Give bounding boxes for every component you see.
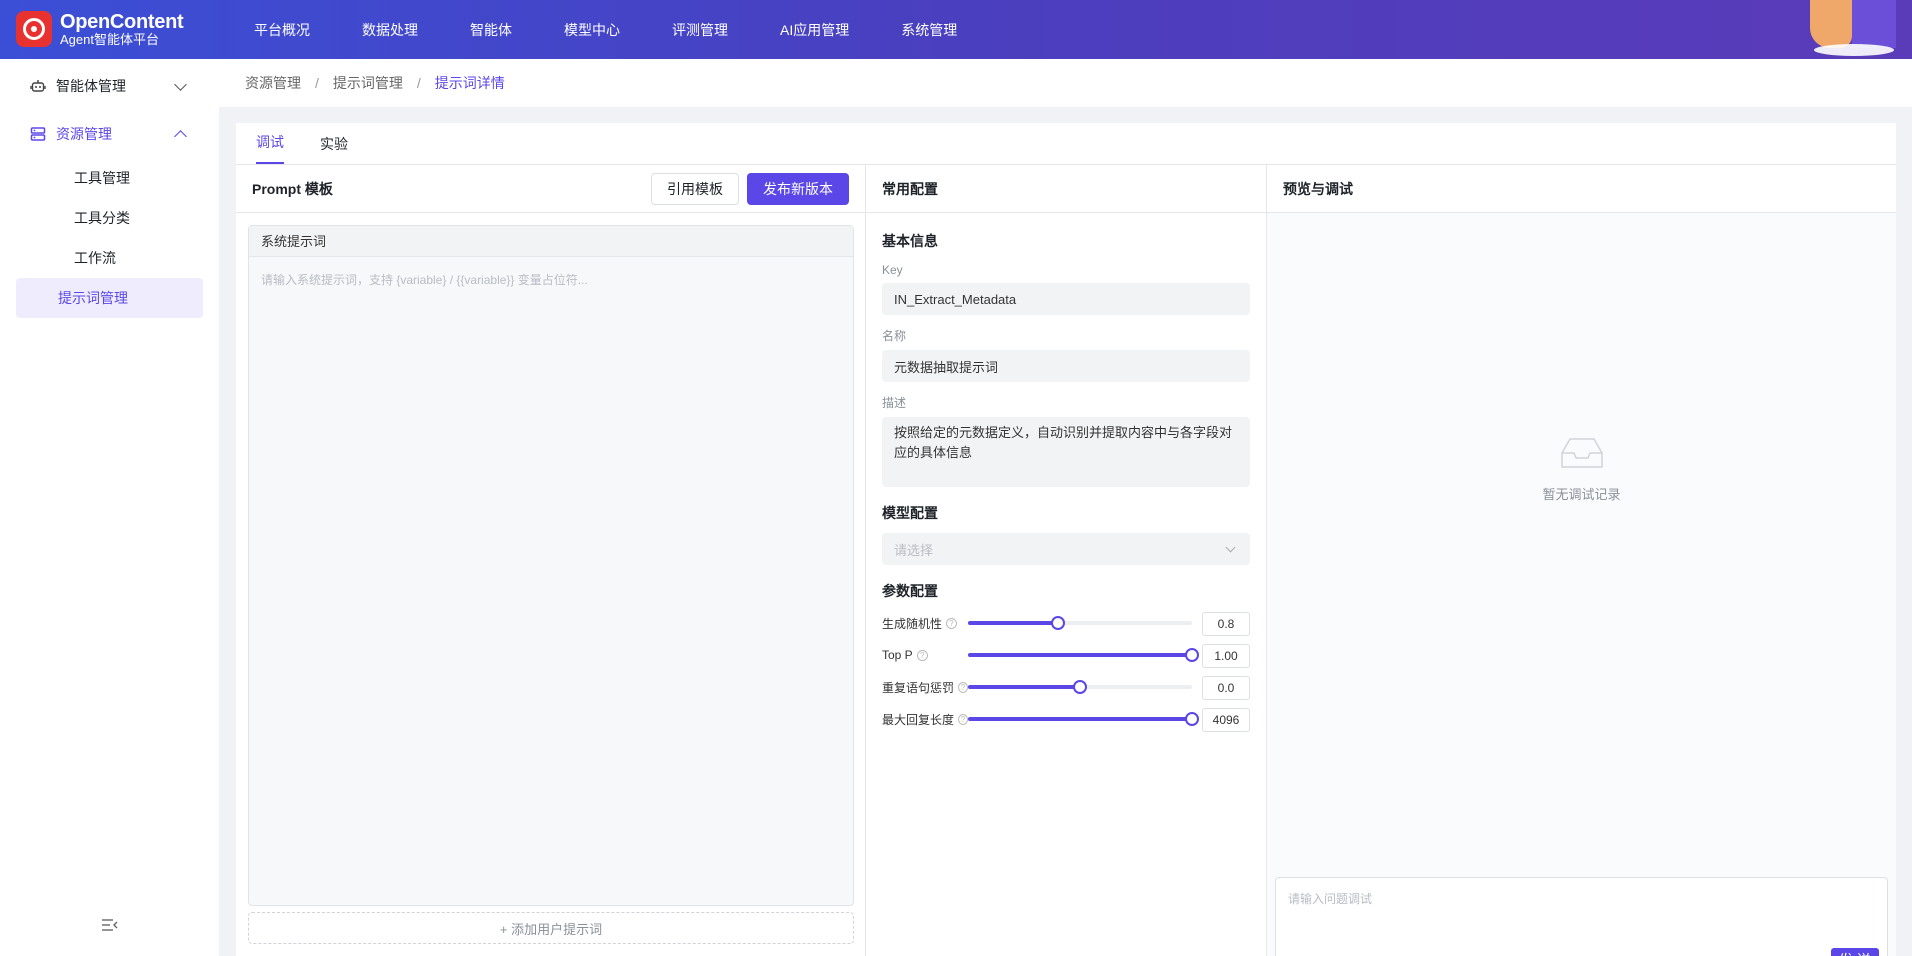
brand-logo[interactable]: OpenContent Agent智能体平台 xyxy=(16,11,216,48)
inbox-icon xyxy=(1560,438,1603,468)
breadcrumb-current: 提示词详情 xyxy=(434,75,505,91)
key-label: Key xyxy=(882,263,903,277)
system-prompt-editor[interactable]: 系统提示词 请输入系统提示词，支持 {variable} / {{variabl… xyxy=(248,225,854,906)
param-label: Top P xyxy=(882,648,913,662)
chevron-down-icon xyxy=(174,78,187,91)
help-icon[interactable]: ? xyxy=(958,713,968,725)
preview-panel-title: 预览与调试 xyxy=(1267,165,1896,213)
basic-info-title: 基本信息 xyxy=(882,233,938,249)
key-field[interactable]: IN_Extract_Metadata xyxy=(882,283,1250,315)
nav-ai-apps[interactable]: AI应用管理 xyxy=(780,20,849,40)
nav-system[interactable]: 系统管理 xyxy=(901,20,957,40)
sidebar-item-tool-category[interactable]: 工具分类 xyxy=(16,198,203,238)
prompt-panel-header: Prompt 模板 引用模板 发布新版本 xyxy=(236,165,865,213)
help-icon[interactable]: ? xyxy=(946,617,958,629)
sidebar-group-resource-management[interactable]: 资源管理 xyxy=(0,110,219,158)
brand-name: OpenContent xyxy=(60,11,184,34)
empty-state-text: 暂无调试记录 xyxy=(1542,487,1621,502)
publish-version-button[interactable]: 发布新版本 xyxy=(747,173,849,205)
top-navbar: OpenContent Agent智能体平台 平台概况 数据处理 智能体 模型中… xyxy=(0,0,1912,59)
max-length-input[interactable]: 4096 xyxy=(1202,708,1250,732)
logo-icon xyxy=(16,11,52,48)
reference-template-button[interactable]: 引用模板 xyxy=(651,173,739,205)
add-user-prompt-button[interactable]: + 添加用户提示词 xyxy=(248,912,854,944)
param-row-repetition-penalty: 重复语句惩罚? 0.0 xyxy=(882,671,1250,703)
temperature-input[interactable]: 0.8 xyxy=(1202,612,1250,636)
repetition-penalty-slider[interactable] xyxy=(968,680,1192,694)
help-icon[interactable]: ? xyxy=(916,649,928,661)
system-prompt-title: 系统提示词 xyxy=(249,226,853,257)
config-panel-title: 常用配置 xyxy=(866,165,1266,213)
system-prompt-placeholder: 请输入系统提示词，支持 {variable} / {{variable}} 变量… xyxy=(261,273,588,287)
sidebar-group-label: 智能体管理 xyxy=(56,78,126,94)
repetition-penalty-input[interactable]: 0.0 xyxy=(1202,676,1250,700)
user-avatar[interactable] xyxy=(1806,0,1896,59)
breadcrumb: 资源管理 / 提示词管理 / 提示词详情 xyxy=(219,59,1912,107)
breadcrumb-separator: / xyxy=(416,75,421,91)
description-label: 描述 xyxy=(882,396,907,410)
top-p-slider[interactable] xyxy=(968,648,1199,662)
breadcrumb-separator: / xyxy=(315,75,319,91)
preview-panel: 预览与调试 暂无调试记录 请输入问题调试 发 送 xyxy=(1267,165,1896,956)
nav-agents[interactable]: 智能体 xyxy=(470,20,512,40)
sidebar-group-label: 资源管理 xyxy=(56,126,112,142)
main-nav: 平台概况 数据处理 智能体 模型中心 评测管理 AI应用管理 系统管理 xyxy=(228,20,983,40)
sidebar-group-agent-management[interactable]: 智能体管理 xyxy=(0,62,219,110)
tab-debug[interactable]: 调试 xyxy=(256,132,284,164)
nav-model-center[interactable]: 模型中心 xyxy=(564,20,620,40)
prompt-panel-title: Prompt 模板 xyxy=(252,180,333,197)
brand-subtitle: Agent智能体平台 xyxy=(60,32,159,48)
breadcrumb-prompt-management[interactable]: 提示词管理 xyxy=(333,73,403,93)
chevron-up-icon xyxy=(174,130,187,143)
tab-experiment[interactable]: 实验 xyxy=(320,134,348,164)
name-label: 名称 xyxy=(882,329,907,343)
description-field[interactable]: 按照给定的元数据定义，自动识别并提取内容中与各字段对应的具体信息 xyxy=(882,417,1250,487)
nav-platform-overview[interactable]: 平台概况 xyxy=(254,20,310,40)
nav-evaluation[interactable]: 评测管理 xyxy=(672,20,728,40)
param-label: 最大回复长度 xyxy=(882,712,955,727)
debug-input-placeholder: 请输入问题调试 xyxy=(1288,892,1373,906)
prompt-panel: Prompt 模板 引用模板 发布新版本 系统提示词 请输入系统提示词，支持 {… xyxy=(236,165,866,956)
model-select-placeholder: 请选择 xyxy=(894,542,934,558)
chevron-down-icon xyxy=(1225,542,1236,553)
breadcrumb-resource-management[interactable]: 资源管理 xyxy=(245,73,301,93)
name-field[interactable]: 元数据抽取提示词 xyxy=(882,350,1250,382)
sidebar: 智能体管理 资源管理 工具管理 工具分类 工作流 提示词管理 xyxy=(0,59,219,956)
server-icon xyxy=(30,127,46,141)
param-config-title: 参数配置 xyxy=(882,583,938,599)
model-config-title: 模型配置 xyxy=(882,505,938,521)
help-icon[interactable]: ? xyxy=(958,681,968,693)
temperature-slider[interactable] xyxy=(968,616,1192,630)
sidebar-item-tool-management[interactable]: 工具管理 xyxy=(16,158,203,198)
param-row-top-p: Top P? 1.00 xyxy=(882,639,1250,671)
tab-bar: 调试 实验 xyxy=(236,123,1896,165)
nav-data-processing[interactable]: 数据处理 xyxy=(362,20,418,40)
top-p-input[interactable]: 1.00 xyxy=(1202,644,1250,668)
main-card: 调试 实验 Prompt 模板 引用模板 发布新版本 系统提示词 请输入系统提示… xyxy=(236,123,1896,956)
robot-icon xyxy=(30,80,46,92)
param-row-max-length: 最大回复长度? 4096 xyxy=(882,703,1250,735)
collapse-sidebar-icon[interactable] xyxy=(101,918,119,932)
config-panel: 常用配置 基本信息 Key IN_Extract_Metadata 名称 元数据… xyxy=(866,165,1267,956)
model-select[interactable]: 请选择 xyxy=(882,533,1250,565)
param-label: 生成随机性 xyxy=(882,616,943,631)
max-length-slider[interactable] xyxy=(968,712,1199,726)
param-label: 重复语句惩罚 xyxy=(882,680,955,695)
empty-state: 暂无调试记录 xyxy=(1267,435,1896,503)
sidebar-item-prompt-management[interactable]: 提示词管理 xyxy=(16,278,203,318)
param-row-temperature: 生成随机性? 0.8 xyxy=(882,607,1250,639)
debug-question-input[interactable]: 请输入问题调试 发 送 xyxy=(1275,877,1888,956)
send-button[interactable]: 发 送 xyxy=(1831,948,1879,956)
sidebar-item-workflow[interactable]: 工作流 xyxy=(16,238,203,278)
